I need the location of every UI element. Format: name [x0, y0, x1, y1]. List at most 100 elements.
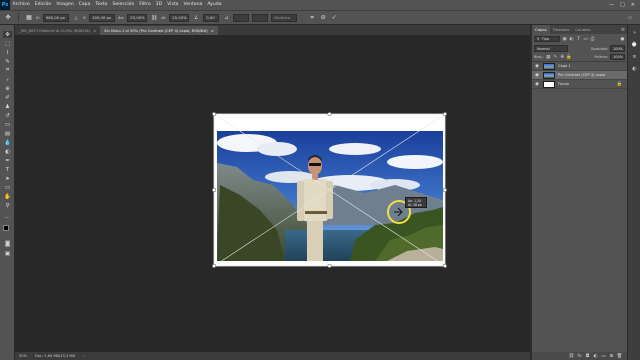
- stamp-tool-icon[interactable]: ♟: [3, 103, 12, 110]
- reference-point-icon[interactable]: ▦: [25, 14, 33, 22]
- adjustments-panel-icon[interactable]: ◐: [631, 65, 638, 72]
- quick-mask-icon[interactable]: ◙: [3, 240, 12, 247]
- new-group-icon[interactable]: ▭: [601, 354, 606, 359]
- menu-seleccion[interactable]: Selección: [110, 0, 137, 10]
- interpolation-select[interactable]: Bicúbica: [271, 13, 298, 22]
- menu-edicion[interactable]: Edición: [32, 0, 54, 10]
- lasso-tool-icon[interactable]: ⌇: [3, 49, 12, 56]
- tab-trazados[interactable]: Trazados: [550, 25, 573, 34]
- history-brush-tool-icon[interactable]: ↺: [3, 112, 12, 119]
- screen-mode-icon[interactable]: ▣: [3, 250, 12, 257]
- path-select-tool-icon[interactable]: ➤: [3, 175, 12, 182]
- healing-tool-icon[interactable]: ⊕: [3, 85, 12, 92]
- menu-3d[interactable]: 3D: [153, 0, 164, 10]
- filter-shape-icon[interactable]: ▭: [583, 37, 588, 42]
- layer-style-icon[interactable]: fx: [577, 354, 582, 359]
- tab-canales[interactable]: Canales: [572, 25, 593, 34]
- document-tab-2[interactable]: Sin título-1 al 50% (Pro Contrast (CEP 4…: [100, 26, 218, 35]
- menu-filtro[interactable]: Filtro: [137, 0, 153, 10]
- document-canvas[interactable]: [15, 35, 530, 352]
- add-mask-icon[interactable]: ◘: [585, 354, 590, 359]
- cancel-transform-icon[interactable]: ⊘: [319, 14, 327, 22]
- move-tool-preset-icon[interactable]: ✥: [4, 14, 12, 22]
- width-field[interactable]: 25,00%: [127, 13, 148, 22]
- filter-type-icon[interactable]: T: [576, 37, 581, 42]
- new-layer-icon[interactable]: ⊞: [609, 354, 614, 359]
- crop-tool-icon[interactable]: ⌗: [3, 67, 12, 74]
- filter-adjustment-icon[interactable]: ◐: [569, 37, 574, 42]
- quick-select-tool-icon[interactable]: ✎: [3, 58, 12, 65]
- layer-thumbnail: [543, 62, 555, 70]
- minimize-icon[interactable]: —: [609, 2, 614, 8]
- eye-icon[interactable]: ◉: [534, 64, 540, 69]
- tab-capas[interactable]: Capas: [532, 25, 550, 34]
- zoom-tool-icon[interactable]: ⚲: [3, 202, 12, 209]
- shape-tool-icon[interactable]: ▭: [3, 184, 12, 191]
- history-panel-icon[interactable]: ⌚: [631, 41, 638, 48]
- document-tab-1[interactable]: _MG_8077 Editar.tif al 21,6% (RGB/16) ×: [15, 26, 101, 35]
- close-icon[interactable]: ✕: [631, 2, 635, 8]
- eraser-tool-icon[interactable]: ▭: [3, 121, 12, 128]
- pen-tool-icon[interactable]: ✒: [3, 157, 12, 164]
- gradient-tool-icon[interactable]: ▤: [3, 130, 12, 137]
- filter-pixel-icon[interactable]: ▣: [562, 37, 567, 42]
- lock-position-icon[interactable]: ✥: [560, 55, 565, 60]
- lock-paint-icon[interactable]: ✎: [553, 55, 558, 60]
- layer-row-fondo[interactable]: ◉ Fondo 🔒: [532, 80, 627, 89]
- delta-icon[interactable]: △: [72, 14, 80, 22]
- type-tool-icon[interactable]: T: [3, 166, 12, 173]
- link-icon[interactable]: ⛓: [150, 14, 158, 22]
- filter-toggle-icon[interactable]: ●: [620, 37, 625, 42]
- panel-menu-icon[interactable]: ≡: [619, 25, 627, 34]
- collapse-dock-icon[interactable]: »: [631, 29, 638, 36]
- maximize-icon[interactable]: □: [620, 2, 625, 8]
- eye-icon[interactable]: ◉: [534, 82, 540, 87]
- eyedropper-tool-icon[interactable]: ⸗: [3, 76, 12, 83]
- y-field[interactable]: 195,00 px: [89, 13, 115, 22]
- filter-smart-icon[interactable]: ⎙: [590, 37, 595, 42]
- menu-ayuda[interactable]: Ayuda: [205, 0, 224, 10]
- warp-icon[interactable]: ⌗: [308, 14, 316, 22]
- more-tools-icon[interactable]: …: [3, 213, 12, 220]
- canvas-area[interactable]: An: 1,20 Al: 28 px: [15, 35, 530, 352]
- y-label: Y:: [82, 15, 86, 20]
- zoom-level[interactable]: 50%: [19, 354, 27, 358]
- document-size[interactable]: Doc: 2,64 MB/13,3 MB: [35, 354, 75, 358]
- marquee-tool-icon[interactable]: ⬚: [3, 40, 12, 47]
- skew-h-field[interactable]: [233, 13, 250, 22]
- foreground-color-swatch[interactable]: [3, 225, 9, 231]
- menu-texto[interactable]: Texto: [93, 0, 110, 10]
- lock-all-icon[interactable]: 🔒: [566, 55, 572, 60]
- layer-row-capa-1[interactable]: ◉ Capa 1: [532, 62, 627, 71]
- layer-filter-select[interactable]: ⚲ Tipo: [534, 35, 560, 43]
- skew-v-field[interactable]: [252, 13, 269, 22]
- menu-archivo[interactable]: Archivo: [10, 0, 32, 10]
- move-tool-icon[interactable]: ✥: [3, 31, 12, 38]
- status-arrow-icon[interactable]: ›: [83, 354, 84, 358]
- delete-layer-icon[interactable]: 🗑: [617, 354, 623, 359]
- tab-close-icon[interactable]: ×: [211, 29, 214, 33]
- lock-pixels-icon[interactable]: ▦: [546, 55, 551, 60]
- fill-field[interactable]: 100%: [610, 53, 625, 61]
- angle-field[interactable]: 0,00: [203, 13, 220, 22]
- height-field[interactable]: 25,00%: [169, 13, 190, 22]
- adjustment-layer-icon[interactable]: ◐: [593, 354, 598, 359]
- eye-icon[interactable]: ◉: [534, 73, 540, 78]
- menu-ventana[interactable]: Ventana: [181, 0, 205, 10]
- menu-capa[interactable]: Capa: [76, 0, 93, 10]
- commit-transform-icon[interactable]: ✓: [330, 14, 338, 22]
- layer-row-pro-contrast[interactable]: ◉ Pro Contrast (CEP 4) copia: [532, 71, 627, 80]
- menu-imagen[interactable]: Imagen: [54, 0, 76, 10]
- blur-tool-icon[interactable]: 💧: [3, 139, 12, 146]
- hand-tool-icon[interactable]: ✋: [3, 193, 12, 200]
- x-field[interactable]: 960,00 px: [42, 13, 69, 22]
- tab-close-icon[interactable]: ×: [93, 29, 96, 33]
- link-layers-icon[interactable]: ⛓: [569, 354, 575, 359]
- properties-panel-icon[interactable]: ≡: [631, 53, 638, 60]
- opacity-field[interactable]: 100%: [610, 45, 625, 52]
- dodge-tool-icon[interactable]: ◐: [3, 148, 12, 155]
- workspace-icon[interactable]: ▭: [626, 14, 634, 22]
- menu-vista[interactable]: Vista: [165, 0, 181, 10]
- brush-tool-icon[interactable]: ✐: [3, 94, 12, 101]
- blend-mode-select[interactable]: Normal: [534, 45, 568, 52]
